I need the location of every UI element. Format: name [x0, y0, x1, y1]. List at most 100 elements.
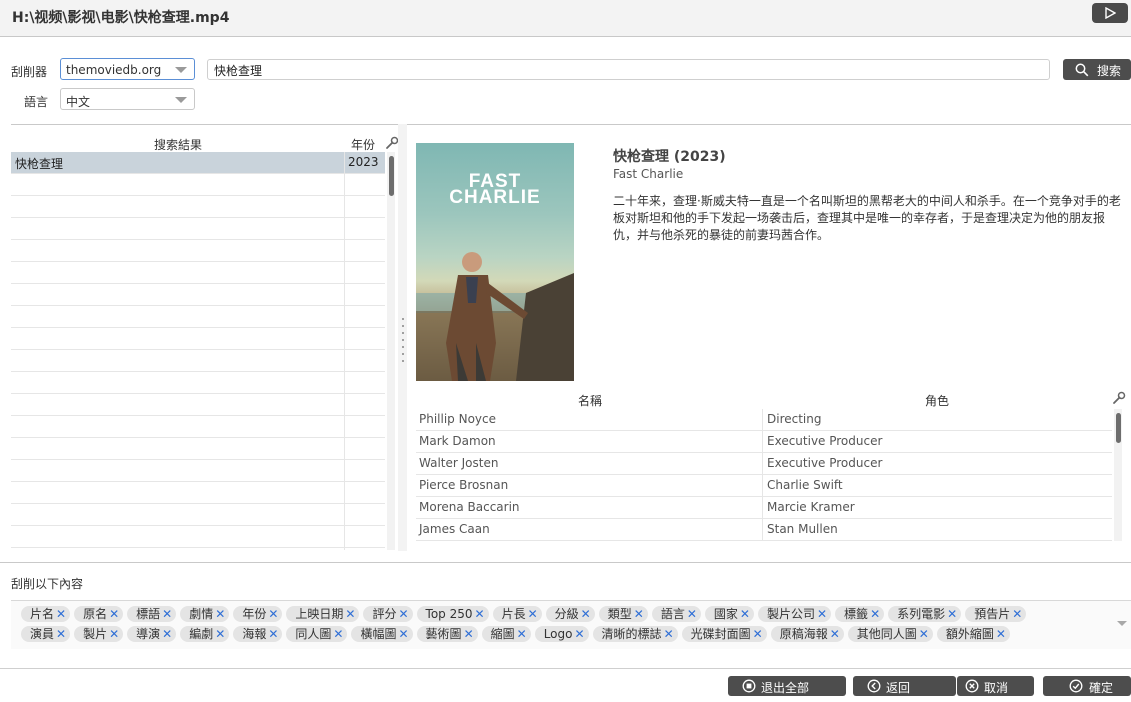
poster-artwork [416, 252, 574, 381]
tag-label: 片名 [30, 607, 55, 621]
scrape-item-tag: 縮圖 ✕ [481, 626, 531, 642]
remove-icon[interactable]: ✕ [664, 626, 674, 642]
scrape-items-area: 片名 ✕ 原名 ✕ 標語 ✕ 劇情 ✕ 年份 ✕ 上映日期 ✕ 評分 ✕ Top 250 ✕ 片長 ✕ 分級 ✕ 類型 ✕… [11, 600, 1131, 649]
table-row[interactable]: Phillip Noyce Directing [416, 409, 1112, 431]
results-scrollbar[interactable] [387, 152, 395, 550]
movie-original-title: Fast Charlie [613, 167, 684, 181]
remove-icon[interactable]: ✕ [817, 606, 827, 622]
table-row[interactable]: Mark Damon Executive Producer [416, 431, 1112, 453]
tag-label: 片長 [501, 607, 526, 621]
remove-icon[interactable]: ✕ [464, 626, 474, 642]
cast-scrollbar[interactable] [1114, 409, 1122, 541]
tag-label: 評分 [372, 607, 397, 621]
remove-icon[interactable]: ✕ [574, 626, 584, 642]
remove-icon[interactable]: ✕ [830, 626, 840, 642]
cast-name: James Caan [419, 522, 490, 536]
remove-icon[interactable]: ✕ [268, 606, 278, 622]
remove-icon[interactable]: ✕ [162, 626, 172, 642]
cast-role: Directing [767, 412, 822, 426]
remove-icon[interactable]: ✕ [56, 626, 66, 642]
tag-label: 導演 [136, 627, 161, 641]
table-row [11, 218, 385, 240]
remove-icon[interactable]: ✕ [870, 606, 880, 622]
cast-table[interactable]: Phillip Noyce Directing Mark Damon Executi… [416, 409, 1112, 541]
table-row [11, 284, 385, 306]
remove-icon[interactable]: ✕ [517, 626, 527, 642]
table-row [11, 438, 385, 460]
play-button[interactable] [1092, 3, 1128, 23]
language-select[interactable]: 中文 [60, 88, 195, 110]
movie-poster: FAST CHARLIE [416, 143, 574, 381]
scrape-items-label: 刮削以下內容 [11, 577, 84, 591]
cast-role: Marcie Kramer [767, 500, 855, 514]
language-label: 語言 [24, 95, 49, 109]
wrench-icon[interactable] [1112, 391, 1126, 405]
search-button-label: 搜索 [1097, 64, 1122, 78]
remove-icon[interactable]: ✕ [528, 606, 538, 622]
chevron-down-icon[interactable] [1117, 621, 1127, 626]
remove-icon[interactable]: ✕ [475, 606, 485, 622]
remove-icon[interactable]: ✕ [268, 626, 278, 642]
results-table[interactable]: 快枪查理 2023 [11, 152, 385, 550]
scrape-item-tag: 語言 ✕ [651, 606, 701, 622]
cast-role: Charlie Swift [767, 478, 843, 492]
remove-icon[interactable]: ✕ [56, 606, 66, 622]
close-circle-icon [965, 679, 979, 693]
search-input-box[interactable] [207, 59, 1050, 80]
tag-label: 演員 [30, 627, 55, 641]
wrench-icon[interactable] [385, 136, 399, 150]
search-input[interactable] [212, 61, 1036, 80]
table-row[interactable]: 快枪查理 2023 [11, 152, 385, 174]
remove-icon[interactable]: ✕ [919, 626, 929, 642]
tag-label: 語言 [660, 607, 685, 621]
scrape-item-tag: 製片 ✕ [74, 626, 124, 642]
remove-icon[interactable]: ✕ [398, 626, 408, 642]
ok-button[interactable]: 確定 [1043, 676, 1131, 696]
tag-label: 其他同人圖 [856, 627, 917, 641]
remove-icon[interactable]: ✕ [634, 606, 644, 622]
splitter-handle[interactable] [398, 124, 407, 551]
remove-icon[interactable]: ✕ [215, 626, 225, 642]
back-button[interactable]: 返回 [853, 676, 956, 696]
table-row[interactable]: Walter Josten Executive Producer [416, 453, 1112, 475]
ok-label: 確定 [1089, 681, 1114, 695]
remove-icon[interactable]: ✕ [753, 626, 763, 642]
remove-icon[interactable]: ✕ [398, 606, 408, 622]
tag-label: 類型 [607, 607, 632, 621]
search-button[interactable]: 搜索 [1063, 59, 1131, 80]
remove-icon[interactable]: ✕ [687, 606, 697, 622]
exit-all-label: 退出全部 [761, 681, 810, 695]
scraper-select[interactable]: themoviedb.org [60, 58, 195, 80]
remove-icon[interactable]: ✕ [109, 626, 119, 642]
remove-icon[interactable]: ✕ [333, 626, 343, 642]
table-row[interactable]: James Caan Stan Mullen [416, 519, 1112, 541]
remove-icon[interactable]: ✕ [740, 606, 750, 622]
remove-icon[interactable]: ✕ [581, 606, 591, 622]
movie-plot: 二十年来，查理·斯威夫特一直是一个名叫斯坦的黑帮老大的中间人和杀手。在一个竞争对… [613, 194, 1121, 242]
exit-all-button[interactable]: 退出全部 [728, 676, 846, 696]
tag-row: 片名 ✕ 原名 ✕ 標語 ✕ 劇情 ✕ 年份 ✕ 上映日期 ✕ 評分 ✕ Top 250 ✕ 片長 ✕ 分級 ✕ 類型 ✕… [21, 606, 1027, 622]
remove-icon[interactable]: ✕ [1012, 606, 1022, 622]
results-column-title: 搜索結果 [154, 138, 203, 152]
cancel-button[interactable]: 取消 [957, 676, 1034, 696]
back-label: 返回 [886, 681, 911, 695]
remove-icon[interactable]: ✕ [345, 606, 355, 622]
remove-icon[interactable]: ✕ [109, 606, 119, 622]
scrape-item-tag: 評分 ✕ [363, 606, 413, 622]
search-icon [1075, 63, 1089, 77]
remove-icon[interactable]: ✕ [215, 606, 225, 622]
remove-icon[interactable]: ✕ [996, 626, 1006, 642]
scrape-item-tag: 類型 ✕ [598, 606, 648, 622]
remove-icon[interactable]: ✕ [162, 606, 172, 622]
divider [0, 562, 1131, 563]
scrollbar-thumb[interactable] [1116, 413, 1121, 443]
table-row [11, 350, 385, 372]
table-row[interactable]: Morena Baccarin Marcie Kramer [416, 497, 1112, 519]
remove-icon[interactable]: ✕ [947, 606, 957, 622]
table-row [11, 328, 385, 350]
scrape-item-tag: 標籤 ✕ [835, 606, 885, 622]
movie-title: 快枪查理 (2023) [613, 149, 726, 165]
table-row[interactable]: Pierce Brosnan Charlie Swift [416, 475, 1112, 497]
scrollbar-thumb[interactable] [389, 156, 394, 196]
tag-label: 原稿海報 [779, 627, 828, 641]
